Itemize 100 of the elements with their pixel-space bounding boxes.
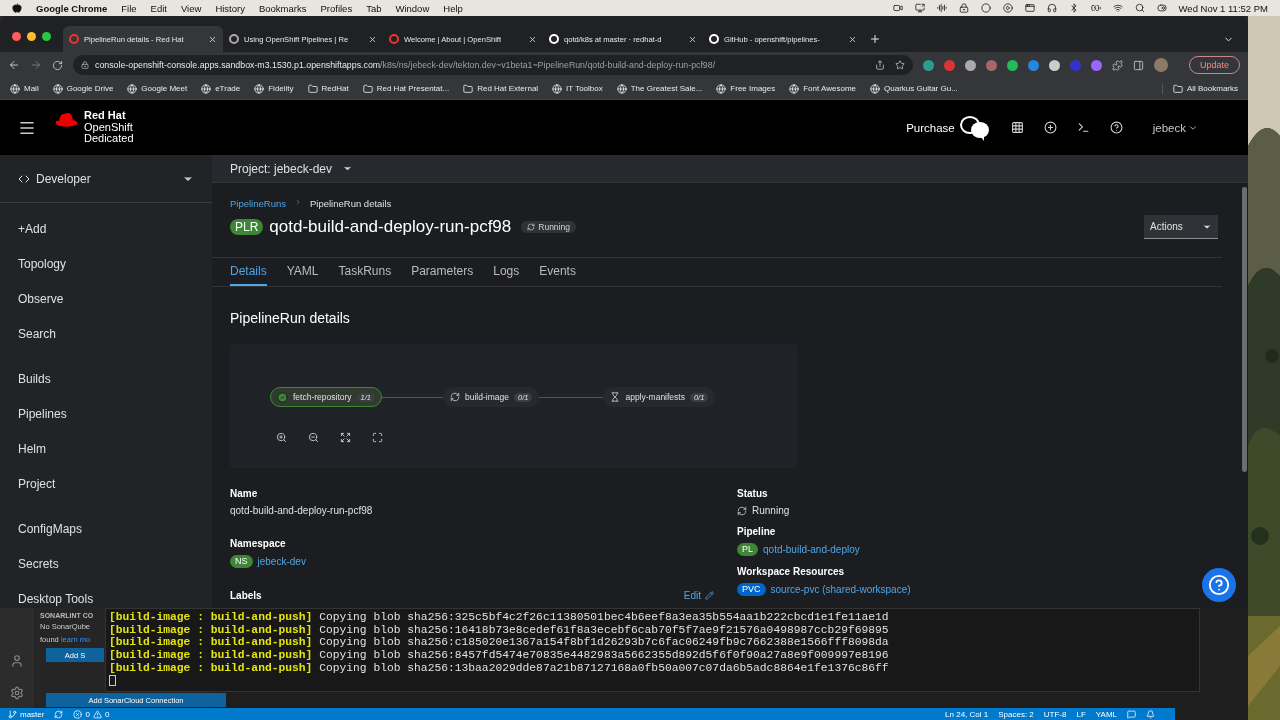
bookmark[interactable]: Red Hat Presentat... (362, 83, 450, 94)
circle-icon[interactable] (980, 3, 991, 13)
reload-icon[interactable] (52, 59, 63, 71)
clock[interactable]: Wed Nov 1 11:52 PM (1178, 2, 1268, 14)
bookmark[interactable]: Mail (10, 83, 39, 94)
close-window-button[interactable] (12, 31, 21, 41)
status-item[interactable]: Ln 24, Col 1 (945, 709, 989, 719)
breadcrumb-link[interactable]: PipelineRuns (230, 197, 286, 209)
side-panel-icon[interactable] (1133, 59, 1144, 71)
minimize-window-button[interactable] (27, 31, 36, 41)
headphones-icon[interactable] (1046, 3, 1057, 13)
notifications-icon[interactable] (1146, 709, 1155, 719)
menu-item[interactable]: View (180, 2, 202, 14)
nav-item[interactable]: Project (0, 466, 212, 501)
close-icon[interactable] (368, 34, 377, 44)
account-icon[interactable] (10, 654, 24, 668)
zoom-out-icon[interactable] (308, 432, 319, 443)
nav-item[interactable]: Secrets (0, 546, 212, 581)
bookmark[interactable]: IT Toolbox (552, 83, 603, 94)
nav-item[interactable]: Desktop Tools (0, 581, 212, 608)
nav-item[interactable]: ConfigMaps (0, 511, 212, 546)
extension-icon[interactable] (1028, 59, 1039, 71)
page-tab[interactable]: YAML (286, 258, 319, 286)
scrollbar[interactable] (1241, 187, 1247, 472)
audio-icon[interactable] (936, 3, 947, 13)
profile-avatar[interactable] (1154, 58, 1168, 72)
menu-item[interactable]: History (215, 2, 245, 14)
back-icon[interactable] (8, 59, 20, 71)
wifi-icon[interactable] (1112, 3, 1123, 13)
bookmark[interactable]: eTrade (201, 83, 241, 94)
project-selector[interactable]: Project: jebeck-dev (230, 161, 354, 176)
search-icon[interactable] (1134, 3, 1145, 13)
window-icon[interactable] (1024, 3, 1035, 13)
page-tab[interactable]: Events (539, 258, 576, 286)
actions-button[interactable]: Actions (1144, 215, 1218, 239)
play-icon[interactable] (1002, 3, 1013, 13)
resource-link[interactable]: source-pvc (shared-workspace) (770, 583, 911, 595)
address-bar[interactable]: console-openshift-console.apps.sandbox-m3.1530.p1.openshiftapps.com/k8s/ns/jebeck-dev/tekton.dev~v1beta1~PipelineRun/qotd-build-and-deploy-run-pcf98/ (73, 55, 913, 75)
page-tab[interactable]: Logs (493, 258, 520, 286)
nav-item[interactable]: Topology (0, 246, 212, 281)
menu-item[interactable]: Help (443, 2, 463, 14)
status-item[interactable]: Spaces: 2 (998, 709, 1034, 719)
nav-item[interactable]: Pipelines (0, 396, 212, 431)
bluetooth-icon[interactable] (1068, 3, 1079, 13)
nav-item[interactable]: Search (0, 316, 212, 351)
resource-link[interactable]: jebeck-dev (257, 555, 306, 567)
share-icon[interactable] (875, 60, 885, 70)
nav-item[interactable]: Helm (0, 431, 212, 466)
status-item[interactable]: YAML (1095, 709, 1117, 719)
apple-logo-icon[interactable] (12, 3, 22, 13)
extension-icon[interactable] (1049, 59, 1060, 71)
bookmark[interactable]: Font Awesome (789, 83, 856, 94)
battery-icon[interactable] (1090, 3, 1101, 13)
extension-icon[interactable] (1007, 59, 1018, 71)
extension-icon[interactable] (965, 59, 976, 71)
all-bookmarks[interactable]: All Bookmarks (1161, 83, 1238, 94)
product-logo[interactable]: Red Hat OpenShift Dedicated (84, 110, 134, 145)
page-tab[interactable]: Parameters (411, 258, 474, 286)
status-item[interactable]: UTF-8 (1043, 709, 1067, 719)
bookmark[interactable]: Quarkus Guitar Gu... (870, 83, 958, 94)
close-icon[interactable] (528, 34, 537, 44)
menu-item[interactable]: Tab (366, 2, 382, 14)
purchase-link[interactable]: Purchase (906, 121, 955, 134)
resource-link[interactable]: qotd-build-and-deploy (763, 543, 860, 555)
extension-icon[interactable] (1091, 59, 1102, 71)
bookmark-star-icon[interactable] (895, 60, 905, 70)
close-icon[interactable] (848, 34, 857, 44)
nav-item[interactable]: Builds (0, 361, 212, 396)
bookmark[interactable]: Free Images (716, 83, 776, 94)
control-center-icon[interactable] (1156, 3, 1167, 13)
close-icon[interactable] (208, 34, 217, 44)
bookmark[interactable]: The Greatest Sale... (616, 83, 703, 94)
page-tab[interactable]: Details (230, 258, 267, 286)
nav-item[interactable]: +Add (0, 211, 212, 246)
problems-indicator[interactable]: 0 0 (73, 709, 110, 719)
screen-share-icon[interactable] (914, 3, 925, 13)
bookmark[interactable]: RedHat (307, 83, 349, 94)
bookmark[interactable]: Google Meet (127, 83, 188, 94)
extensions-icon[interactable] (1112, 59, 1123, 71)
menu-item[interactable]: Edit (150, 2, 167, 14)
settings-icon[interactable] (10, 686, 24, 700)
sync-icon[interactable] (54, 709, 64, 719)
edit-link[interactable]: Edit (683, 589, 714, 601)
help-button[interactable] (1202, 568, 1236, 602)
zoom-in-icon[interactable] (276, 432, 287, 443)
maximize-window-button[interactable] (42, 31, 51, 41)
page-tab[interactable]: TaskRuns (338, 258, 392, 286)
bookmark[interactable]: Google Drive (52, 83, 114, 94)
close-icon[interactable] (688, 34, 697, 44)
chat-bubbles-icon[interactable] (958, 114, 991, 141)
help-icon[interactable] (1109, 121, 1123, 134)
add-icon[interactable] (1043, 121, 1057, 134)
bookmark[interactable]: Red Hat External (463, 83, 539, 94)
branch-indicator[interactable]: master (8, 709, 45, 719)
menu-item[interactable]: Bookmarks (258, 2, 307, 14)
new-tab-icon[interactable] (869, 33, 881, 45)
menu-item[interactable]: File (121, 2, 137, 14)
user-menu[interactable]: jebeck (1152, 121, 1198, 134)
nav-item[interactable]: Observe (0, 281, 212, 316)
menu-item[interactable]: Window (395, 2, 430, 14)
